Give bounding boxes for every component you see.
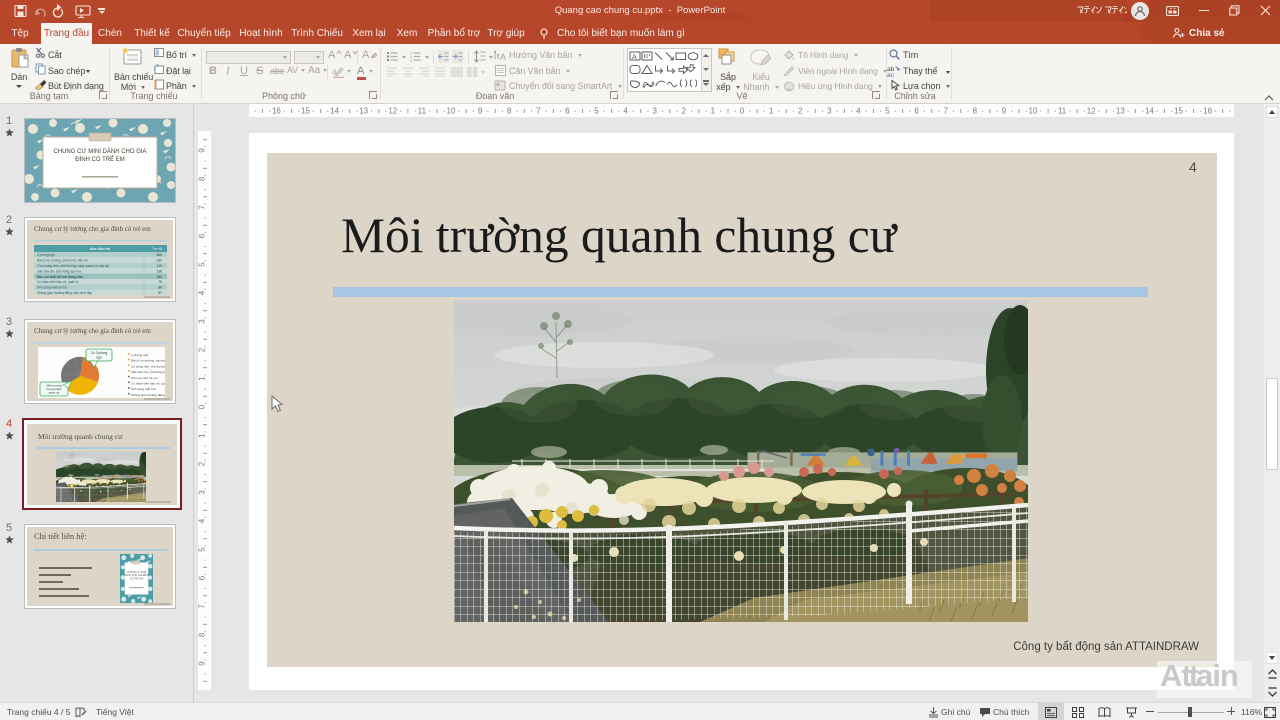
svg-text:4: 4 bbox=[856, 107, 861, 116]
svg-text:Có công viên, môi trường xung: Có công viên, môi trường xung bbox=[131, 364, 165, 368]
svg-text:6: 6 bbox=[198, 575, 207, 580]
svg-text:8: 8 bbox=[198, 176, 207, 181]
svg-text:15: 15 bbox=[1174, 107, 1183, 116]
svg-text:75: 75 bbox=[158, 280, 162, 284]
svg-text:14: 14 bbox=[1145, 107, 1154, 116]
svg-text:0: 0 bbox=[740, 107, 745, 116]
svg-text:Có 3 phòng: Có 3 phòng bbox=[91, 351, 108, 355]
svg-text:5: 5 bbox=[198, 547, 207, 552]
svg-text:6: 6 bbox=[914, 107, 919, 116]
svg-text:9: 9 bbox=[1002, 107, 1007, 116]
svg-text:2: 2 bbox=[682, 107, 687, 116]
svg-text:3 phòng ngủ: 3 phòng ngủ bbox=[37, 253, 55, 257]
svg-text:quán cà: quán cà bbox=[49, 391, 60, 395]
svg-text:16: 16 bbox=[272, 107, 281, 116]
svg-text:1 phòng ngủ: 1 phòng ngủ bbox=[131, 353, 148, 357]
svg-text:0: 0 bbox=[198, 404, 207, 409]
svg-text:2: 2 bbox=[198, 347, 207, 352]
svg-text:Không gian thoáng đãng, tầm: Không gian thoáng đãng, tầm bbox=[131, 393, 165, 397]
svg-text:2: 2 bbox=[198, 461, 207, 466]
svg-text:Bãi cỏ xe trường, sân trước, t: Bãi cỏ xe trường, sân trước, tiện bbox=[131, 359, 165, 363]
svg-text:6: 6 bbox=[198, 233, 207, 238]
svg-text:15: 15 bbox=[301, 107, 310, 116]
svg-text:1: 1 bbox=[198, 433, 207, 438]
svg-text:3: 3 bbox=[198, 490, 207, 495]
svg-text:ngủ: ngủ bbox=[96, 356, 102, 360]
svg-text:CHUNG CƯ MINI DÀNH CHO GIA: CHUNG CƯ MINI DÀNH CHO GIA bbox=[53, 148, 146, 155]
svg-text:8: 8 bbox=[198, 632, 207, 637]
svg-text:4: 4 bbox=[198, 518, 207, 523]
svg-text:Ánh sáng mặt trời: Ánh sáng mặt trời bbox=[131, 387, 156, 391]
svg-text:9: 9 bbox=[478, 107, 483, 116]
svg-text:1: 1 bbox=[198, 376, 207, 381]
svg-text:Khu vui chơi trẻ em: Khu vui chơi trẻ em bbox=[131, 376, 158, 380]
svg-text:Có nhân viên bảo vệ, quản lý: Có nhân viên bảo vệ, quản lý bbox=[37, 280, 79, 284]
svg-text:ac: ac bbox=[887, 72, 895, 77]
svg-text:7: 7 bbox=[198, 604, 207, 609]
svg-text:A: A bbox=[632, 54, 637, 61]
svg-text:5: 5 bbox=[594, 107, 599, 116]
svg-text:9: 9 bbox=[198, 661, 207, 666]
svg-text:119: 119 bbox=[157, 264, 163, 268]
svg-text:180: 180 bbox=[156, 275, 162, 279]
svg-text:Gần siêu thị, cửa hàng tạp hóa: Gần siêu thị, cửa hàng tạp hóa bbox=[37, 269, 81, 273]
svg-text:4: 4 bbox=[623, 107, 628, 116]
svg-text:8: 8 bbox=[973, 107, 978, 116]
svg-text:1: 1 bbox=[711, 107, 716, 116]
svg-text:Khu vui chơi trẻ em trong nhà: Khu vui chơi trẻ em trong nhà bbox=[37, 275, 83, 279]
svg-text:A: A bbox=[500, 52, 506, 61]
svg-text:Gần siêu thị, cửa hàng tạp: Gần siêu thị, cửa hàng tạp bbox=[131, 370, 165, 374]
svg-text:10: 10 bbox=[447, 107, 456, 116]
svg-text:3: 3 bbox=[198, 319, 207, 324]
svg-text:7: 7 bbox=[536, 107, 541, 116]
svg-text:88: 88 bbox=[158, 286, 162, 290]
svg-text:8: 8 bbox=[507, 107, 512, 116]
svg-text:13: 13 bbox=[1116, 107, 1125, 116]
svg-text:11: 11 bbox=[1058, 107, 1067, 116]
svg-text:14: 14 bbox=[330, 107, 339, 116]
svg-text:138: 138 bbox=[156, 269, 162, 273]
svg-text:5: 5 bbox=[885, 107, 890, 116]
svg-text:Mục điều tra: Mục điều tra bbox=[90, 247, 110, 251]
svg-text:4: 4 bbox=[198, 290, 207, 295]
svg-text:Có nhân viên bảo vệ, quản lý: Có nhân viên bảo vệ, quản lý bbox=[131, 382, 165, 386]
svg-text:16: 16 bbox=[1203, 107, 1212, 116]
svg-text:Tòa chung viên, môi trường xun: Tòa chung viên, môi trường xung quanh có… bbox=[37, 264, 109, 268]
svg-text:9: 9 bbox=[198, 148, 207, 153]
svg-text:140: 140 bbox=[156, 259, 162, 263]
svg-text:ĐÌNH CÓ TRẺ EM: ĐÌNH CÓ TRẺ EM bbox=[75, 156, 125, 163]
svg-text:5: 5 bbox=[198, 262, 207, 267]
svg-text:87: 87 bbox=[158, 291, 162, 295]
svg-text:360: 360 bbox=[156, 253, 162, 257]
svg-text:12: 12 bbox=[1087, 107, 1096, 116]
svg-text:6: 6 bbox=[565, 107, 570, 116]
svg-text:3: 3 bbox=[827, 107, 832, 116]
svg-text:Bãi cỏ xe trường, sân trước, t: Bãi cỏ xe trường, sân trước, tiện lợi bbox=[37, 259, 88, 263]
svg-text:2: 2 bbox=[798, 107, 803, 116]
svg-text:Trợ tốt: Trợ tốt bbox=[152, 247, 162, 251]
svg-text:Không gian thoáng đãng, tầm nh: Không gian thoáng đãng, tầm nhìn đẹp bbox=[37, 291, 92, 295]
svg-text:11: 11 bbox=[418, 107, 427, 116]
svg-text:3: 3 bbox=[410, 59, 412, 62]
svg-text:3: 3 bbox=[652, 107, 657, 116]
svg-text:a: a bbox=[332, 67, 337, 76]
svg-text:12: 12 bbox=[388, 107, 397, 116]
svg-text:10: 10 bbox=[1029, 107, 1038, 116]
svg-text:CÓ TRẺ EM: CÓ TRẺ EM bbox=[130, 577, 144, 580]
svg-text:Ánh sáng mặt trời tốt: Ánh sáng mặt trời tốt bbox=[37, 286, 67, 290]
svg-text:7: 7 bbox=[943, 107, 948, 116]
svg-text:1: 1 bbox=[769, 107, 774, 116]
svg-text:7: 7 bbox=[198, 205, 207, 210]
svg-text:13: 13 bbox=[359, 107, 368, 116]
